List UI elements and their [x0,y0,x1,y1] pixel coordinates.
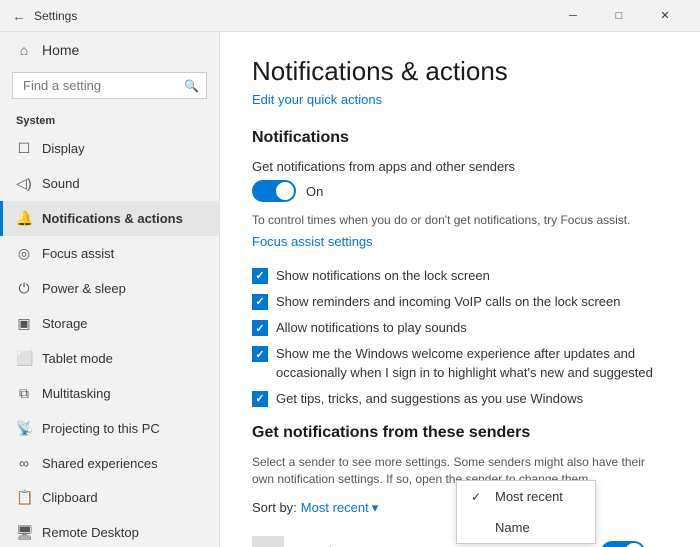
shared-icon: ∞ [16,455,32,471]
focus-assist-hint: To control times when you do or don't ge… [252,212,668,229]
projecting-icon: 📡 [16,420,32,437]
page-title: Notifications & actions [252,56,668,87]
sidebar-item-sound[interactable]: ◁) Sound [0,166,219,201]
content-area: Notifications & actions Edit your quick … [220,32,700,547]
sidebar-item-label: Power & sleep [42,281,126,296]
title-bar-left: ← Settings [12,8,550,24]
sidebar-item-label: Shared experiences [42,456,158,471]
close-button[interactable]: ✕ [642,0,688,32]
notifications-toggle-row: Get notifications from apps and other se… [252,159,668,202]
dropdown-item-label: Most recent [495,489,563,504]
search-input[interactable] [12,72,207,99]
notifications-section-title: Notifications [252,129,668,147]
main-layout: ⌂ Home 🔍 System ☐ Display ◁) Sound 🔔 Not… [0,32,700,547]
title-bar-controls: ─ □ ✕ [550,0,688,32]
sidebar-item-label: Focus assist [42,246,114,261]
sort-chevron-icon: ▾ [372,500,379,516]
checkbox-lockscreen: Show notifications on the lock screen [252,267,668,285]
checkbox-sounds-label: Allow notifications to play sounds [276,319,467,337]
sidebar-item-label: Sound [42,176,80,191]
home-icon: ⌂ [16,42,32,58]
edit-quick-actions-link[interactable]: Edit your quick actions [252,92,382,107]
sidebar-item-notifications[interactable]: 🔔 Notifications & actions [0,201,219,236]
sidebar-item-projecting[interactable]: 📡 Projecting to this PC [0,411,219,446]
sidebar-item-storage[interactable]: ▣ Storage [0,306,219,341]
dropdown-item-label: Name [495,520,530,535]
notifications-toggle-label: Get notifications from apps and other se… [252,159,668,174]
checkbox-welcome: Show me the Windows welcome experience a… [252,345,668,381]
checkbox-sounds: Allow notifications to play sounds [252,319,668,337]
sidebar-item-clipboard[interactable]: 📋 Clipboard [0,480,219,515]
toggle-container: On [252,180,668,202]
checkbox-voip-input[interactable] [252,294,268,310]
sidebar-section-label: System [0,107,219,131]
checkbox-voip: Show reminders and incoming VoIP calls o… [252,293,668,311]
maximize-button[interactable]: □ [596,0,642,32]
sidebar: ⌂ Home 🔍 System ☐ Display ◁) Sound 🔔 Not… [0,32,220,547]
storage-icon: ▣ [16,315,32,332]
sidebar-item-shared[interactable]: ∞ Shared experiences [0,446,219,480]
sort-value: Most recent [301,500,369,515]
focus-assist-link[interactable]: Focus assist settings [252,234,373,249]
focus-icon: ◎ [16,245,32,262]
sender-sounds-toggle-area: On [601,541,668,547]
dropdown-item-most-recent[interactable]: ✓ Most recent [457,481,595,512]
remote-icon: 🖥 [16,524,32,541]
title-bar: ← Settings ─ □ ✕ [0,0,700,32]
power-icon: ⏻ [16,280,32,297]
sidebar-item-focus[interactable]: ◎ Focus assist [0,236,219,271]
sidebar-item-label: Clipboard [42,490,98,505]
notifications-toggle[interactable] [252,180,296,202]
sidebar-item-label: Storage [42,316,88,331]
sidebar-item-label: Multitasking [42,386,111,401]
sidebar-item-label: Tablet mode [42,351,113,366]
section-divider: Get notifications from these senders Sel… [252,424,668,488]
dropdown-check-icon: ✓ [471,490,487,504]
sound-icon: ◁) [16,175,32,192]
tablet-icon: ⬜ [16,350,32,367]
sidebar-item-label: Remote Desktop [42,525,139,540]
checkbox-welcome-input[interactable] [252,346,268,362]
checkbox-voip-label: Show reminders and incoming VoIP calls o… [276,293,620,311]
clipboard-icon: 📋 [16,489,32,506]
home-label: Home [42,42,79,58]
sidebar-item-label: Notifications & actions [42,211,183,226]
minimize-button[interactable]: ─ [550,0,596,32]
sender-sounds-icon: ♪ [252,536,284,547]
title-bar-title: Settings [34,9,77,23]
checkbox-tips: Get tips, tricks, and suggestions as you… [252,390,668,408]
checkbox-lockscreen-input[interactable] [252,268,268,284]
toggle-on-label: On [306,184,323,199]
checkbox-lockscreen-label: Show notifications on the lock screen [276,267,490,285]
back-button[interactable]: ← [12,8,26,24]
senders-section-title: Get notifications from these senders [252,424,668,442]
checkbox-tips-label: Get tips, tricks, and suggestions as you… [276,390,583,408]
checkbox-sounds-input[interactable] [252,320,268,336]
multitasking-icon: ⧉ [16,385,32,402]
checkbox-tips-input[interactable] [252,391,268,407]
sort-label: Sort by: [252,500,297,515]
sidebar-item-label: Projecting to this PC [42,421,160,436]
sidebar-item-label: Display [42,141,85,156]
sort-dropdown-menu: ✓ Most recent Name [456,480,596,544]
notifications-icon: 🔔 [16,210,32,227]
sidebar-item-multitasking[interactable]: ⧉ Multitasking [0,376,219,411]
sort-dropdown-button[interactable]: Most recent ▾ [301,500,378,516]
sender-sounds-toggle[interactable] [601,541,645,547]
sidebar-item-tablet[interactable]: ⬜ Tablet mode [0,341,219,376]
dropdown-item-name[interactable]: Name [457,512,595,543]
sidebar-home-button[interactable]: ⌂ Home [0,32,219,68]
sidebar-item-display[interactable]: ☐ Display [0,131,219,166]
search-icon: 🔍 [184,79,199,93]
display-icon: ☐ [16,140,32,157]
sidebar-search-container: 🔍 [12,72,207,99]
sidebar-item-remote[interactable]: 🖥 Remote Desktop [0,515,219,547]
checkbox-welcome-label: Show me the Windows welcome experience a… [276,345,668,381]
sidebar-item-power[interactable]: ⏻ Power & sleep [0,271,219,306]
